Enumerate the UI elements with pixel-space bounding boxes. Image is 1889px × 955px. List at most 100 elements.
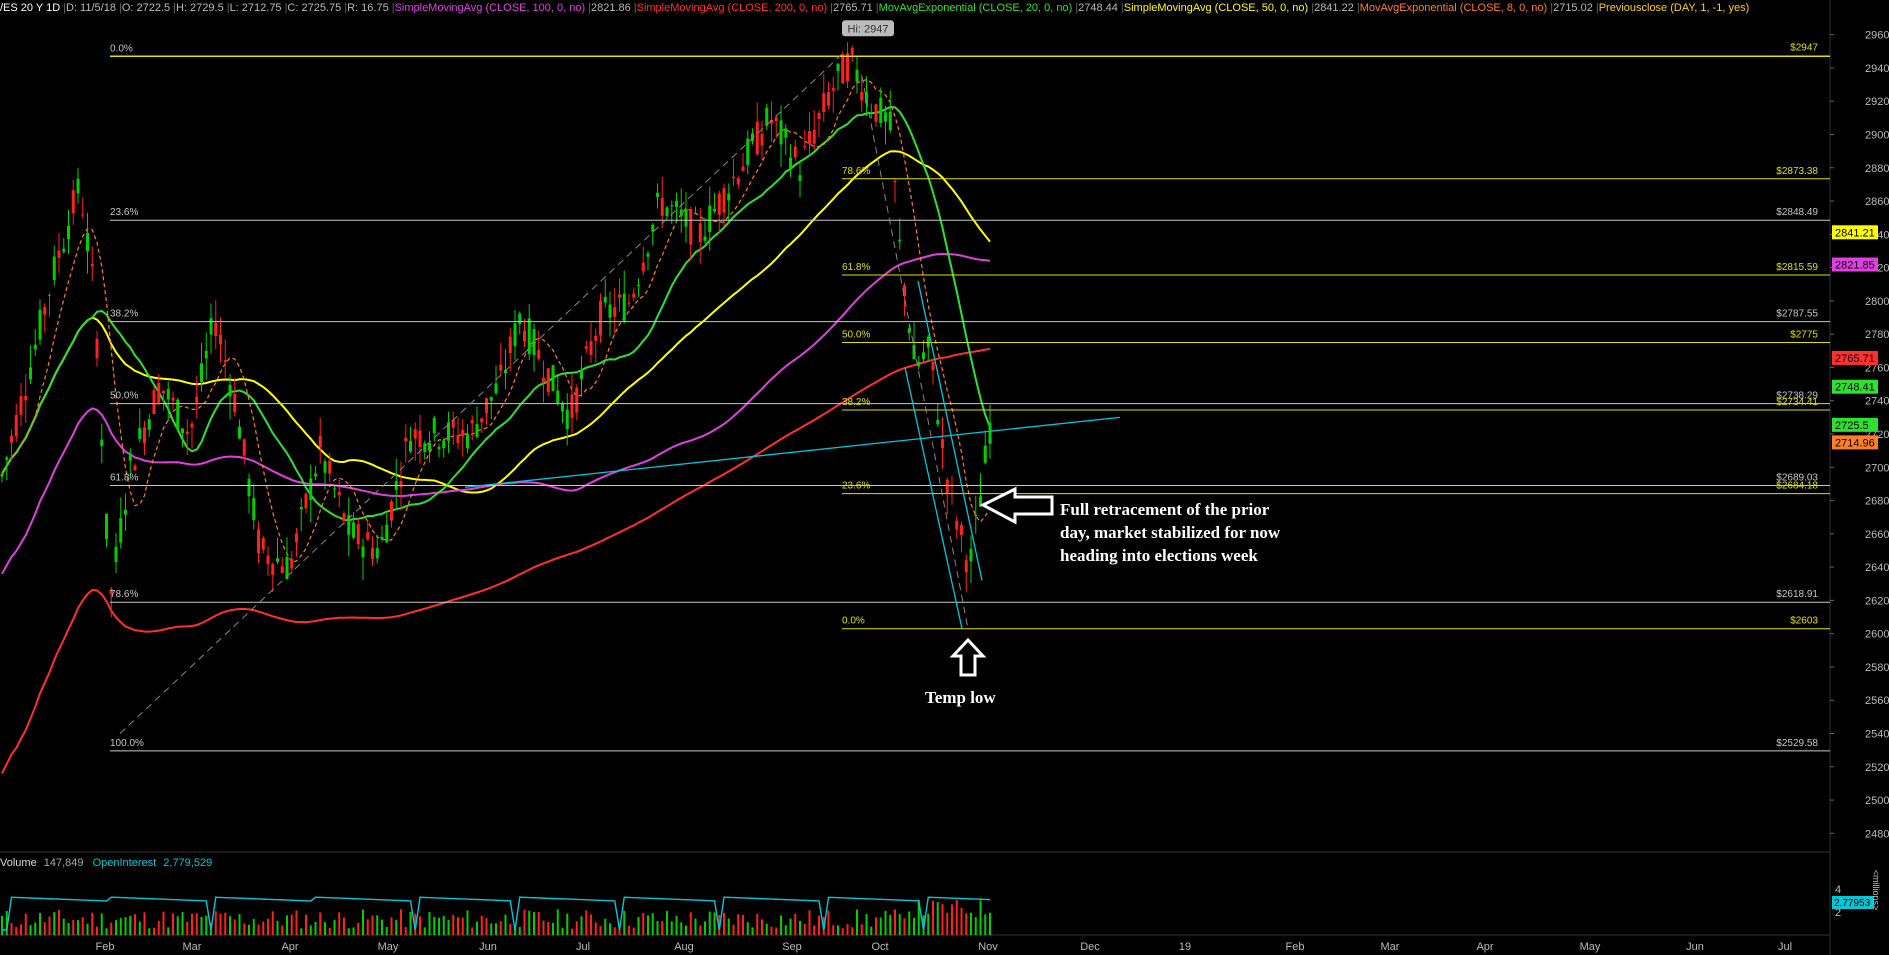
volume-bar	[362, 909, 364, 935]
candle-body	[195, 396, 199, 403]
volume-bar	[24, 913, 27, 935]
x-tick-label: 19	[1179, 941, 1191, 953]
candle-body	[242, 439, 246, 456]
candle-body	[105, 513, 108, 540]
candle-body	[114, 546, 118, 563]
candle-body	[95, 338, 99, 359]
fib-long-pct: 23.6%	[110, 207, 138, 218]
volume-bar	[599, 926, 602, 935]
volume-bar	[642, 913, 645, 935]
x-tick-label: Jun	[479, 941, 497, 953]
price-badge-label: 2725.5	[1835, 420, 1869, 432]
x-tick-label: Apr	[1476, 941, 1493, 953]
fib-short-price: $2873.38	[1776, 166, 1818, 177]
fib-short-price: $2603	[1790, 616, 1818, 627]
volume-bar	[651, 913, 654, 935]
volume-bar	[153, 927, 155, 935]
price-badge-label: 2841.21	[1835, 227, 1875, 239]
volume-bar	[628, 925, 630, 935]
volume-bar	[732, 924, 735, 935]
fib-short-price: $2684.18	[1776, 481, 1818, 492]
volume-bar	[419, 916, 421, 935]
volume-bar	[124, 917, 127, 935]
volume-bar	[324, 922, 326, 935]
candle-body	[589, 341, 593, 355]
price-tick-label: 2540	[1865, 729, 1889, 741]
volume-bar	[67, 923, 70, 935]
volume-bar	[704, 921, 706, 935]
volume-bar	[547, 921, 550, 935]
volume-bar	[727, 918, 730, 935]
candle-body	[936, 419, 940, 425]
candle-body	[14, 415, 18, 437]
volume-value: 147,849	[43, 857, 84, 869]
fib-long-pct: 38.2%	[110, 309, 138, 320]
volume-bar	[238, 914, 241, 935]
candle-body	[261, 537, 265, 550]
volume-bar	[504, 914, 507, 935]
fib-long-price: $2529.58	[1776, 738, 1818, 749]
candle-body	[190, 423, 194, 428]
volume-bar	[537, 912, 540, 935]
volume-bar	[680, 922, 683, 935]
candle-body	[523, 330, 526, 342]
price-chart[interactable]: 2480 2500 2520 2540 2560 2580 2600 2620 2640 2660…	[0, 0, 1889, 955]
candle-body	[152, 390, 156, 415]
candle-body	[0, 473, 4, 477]
candle-body	[209, 318, 213, 335]
candle-body	[337, 492, 341, 496]
candle-body	[223, 360, 227, 363]
candle-body	[646, 253, 650, 257]
candle-body	[988, 422, 992, 444]
volume-bar	[134, 914, 136, 935]
volume-bar	[138, 921, 141, 935]
candle-body	[746, 138, 750, 165]
volume-bar	[305, 914, 307, 935]
volume-bar	[143, 912, 146, 935]
candle-body	[608, 304, 612, 318]
volume-bar	[509, 923, 512, 935]
volume-bar	[290, 914, 293, 935]
candle-body	[960, 524, 963, 535]
fib-long-pct: 61.8%	[110, 473, 138, 484]
volume-unit-label: <millions>	[1871, 870, 1881, 911]
candle-body	[10, 435, 13, 443]
volume-bar	[775, 927, 778, 935]
volume-bar	[100, 913, 103, 935]
volume-bar	[875, 917, 877, 935]
fib-long-pct: 78.6%	[110, 589, 138, 600]
candle-body	[461, 429, 465, 437]
candle-body	[280, 566, 284, 573]
x-tick-label: Sep	[782, 941, 802, 953]
volume-bar	[338, 912, 341, 935]
candle-body	[765, 107, 769, 126]
candle-body	[713, 208, 716, 212]
candle-body	[884, 112, 887, 122]
volume-label: Volume	[0, 857, 37, 869]
volume-bar	[172, 913, 174, 935]
volume-bar	[129, 915, 132, 935]
candle-body	[52, 256, 56, 281]
candle-body	[508, 336, 512, 354]
price-tick-label: 2580	[1865, 662, 1889, 674]
candle-body	[760, 134, 764, 146]
volume-bar	[91, 912, 94, 935]
candle-body	[622, 293, 626, 321]
volume-bar	[366, 919, 369, 935]
candle-body	[551, 365, 555, 391]
candle-body	[941, 439, 944, 449]
volume-bar	[376, 915, 379, 935]
volume-bar	[827, 910, 830, 935]
candle-body	[48, 294, 51, 296]
fib-long-pct: 100.0%	[110, 738, 144, 749]
candle-body	[660, 198, 664, 216]
candle-body	[157, 383, 161, 403]
candle-body	[841, 54, 845, 84]
volume-bar	[713, 912, 716, 935]
price-tick-label: 2620	[1865, 595, 1889, 607]
candle-body	[627, 302, 631, 304]
volume-bar	[243, 923, 246, 935]
volume-bar	[466, 910, 469, 935]
volume-bar	[955, 899, 958, 935]
candle-body	[266, 555, 270, 565]
